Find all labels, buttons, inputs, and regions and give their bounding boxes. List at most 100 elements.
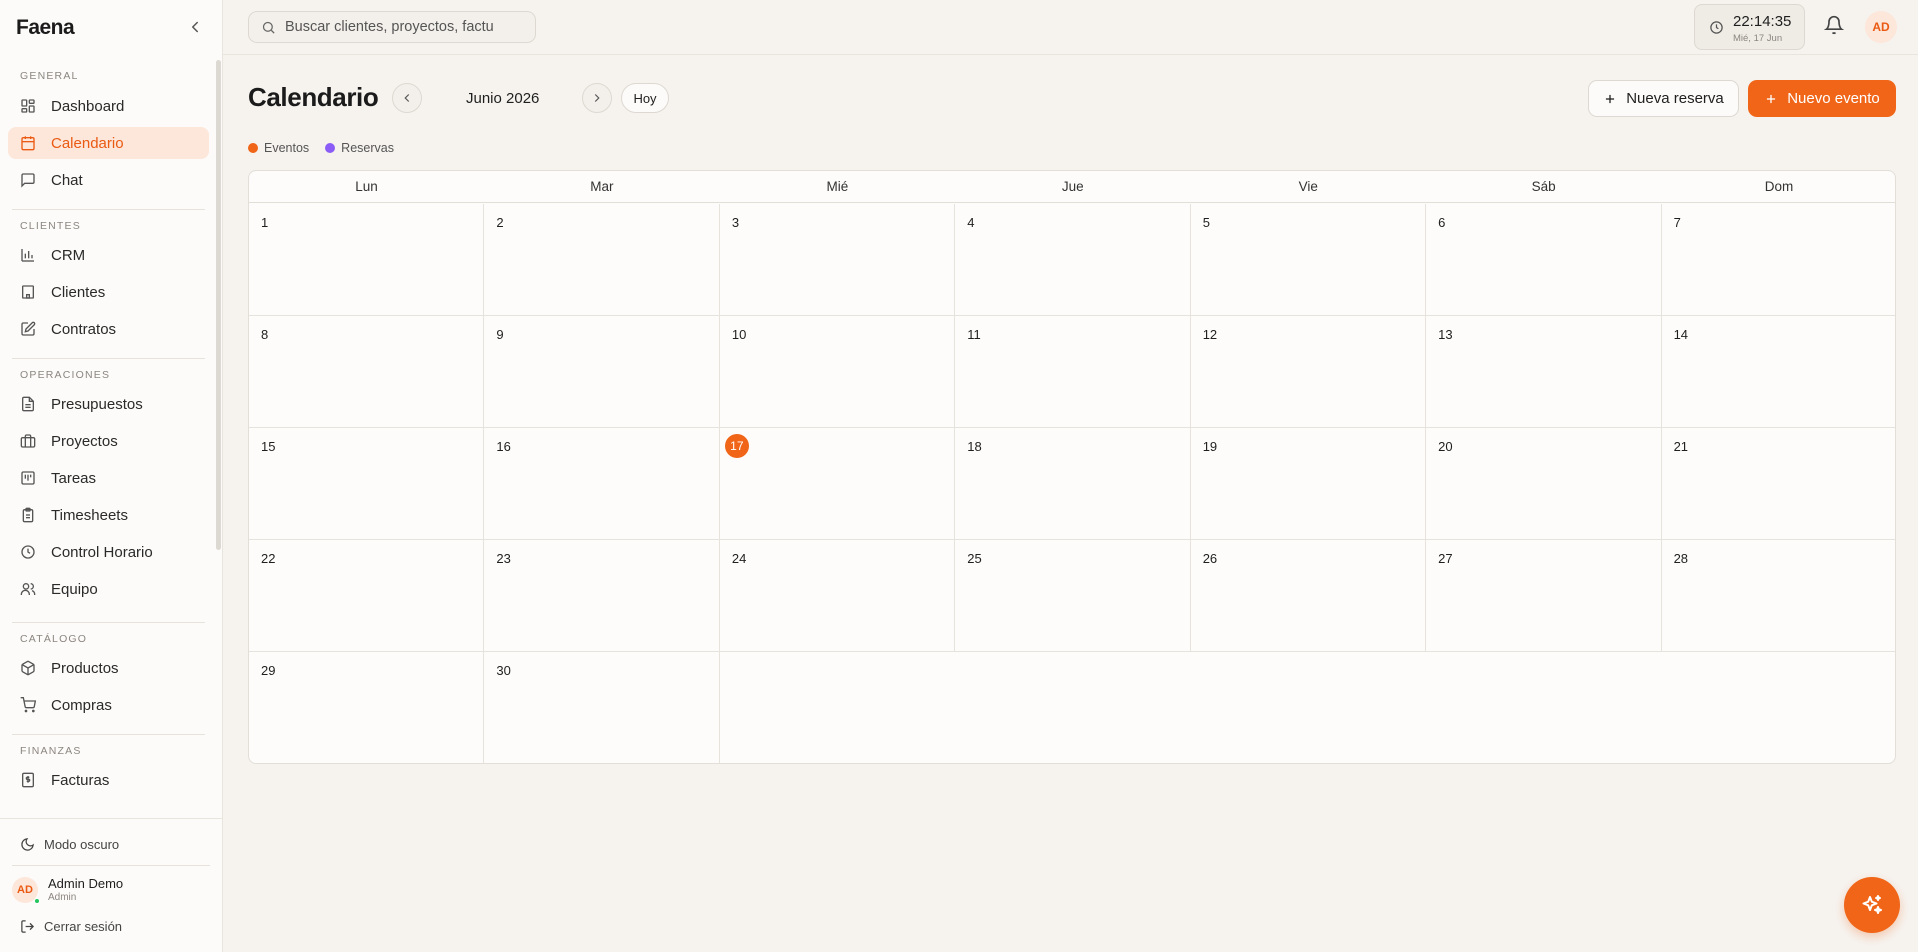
day-number: 1	[261, 215, 269, 230]
package-icon	[20, 660, 36, 676]
new-event-button[interactable]: Nuevo evento	[1748, 80, 1896, 117]
calendar-day-cell[interactable]: 5	[1190, 204, 1427, 316]
divider	[12, 209, 205, 210]
calendar-day-cell[interactable]: 21	[1661, 428, 1895, 540]
calendar-day-cell[interactable]: 25	[955, 540, 1191, 652]
calendar-day-cell[interactable]: 14	[1661, 316, 1895, 428]
calendar-day-cell[interactable]: 12	[1190, 316, 1427, 428]
sidebar-item-chat[interactable]: Chat	[8, 164, 209, 196]
day-number: 29	[261, 663, 276, 678]
sidebar-item-calendario[interactable]: Calendario	[8, 127, 209, 159]
sidebar-item-equipo[interactable]: Equipo	[8, 573, 209, 605]
calendar-day-cell[interactable]: 16	[484, 428, 720, 540]
new-booking-button[interactable]: Nueva reserva	[1588, 80, 1739, 117]
day-number: 6	[1438, 215, 1446, 230]
day-number: 4	[967, 215, 975, 230]
prev-month-button[interactable]	[392, 83, 422, 113]
section-label-catalogo: Catálogo	[20, 633, 88, 645]
sidebar-item-clientes[interactable]: Clientes	[8, 276, 209, 308]
contract-icon	[20, 321, 36, 337]
sidebar-item-label: Contratos	[51, 320, 117, 338]
sparkles-icon	[1862, 895, 1882, 914]
sidebar-item-crm[interactable]: CRM	[8, 239, 209, 271]
building-icon	[20, 284, 36, 300]
day-number: 23	[496, 551, 511, 566]
calendar-day-cell[interactable]: 26	[1190, 540, 1427, 652]
plus-icon	[1606, 94, 1615, 103]
dark-mode-toggle[interactable]: Modo oscuro	[20, 837, 119, 852]
calendar-day-cell[interactable]: 27	[1426, 540, 1662, 652]
calendar-day-cell[interactable]: 22	[249, 540, 485, 652]
calendar-day-cell[interactable]: 3	[719, 204, 956, 316]
calendar-day-cell[interactable]: 29	[249, 652, 485, 763]
calendar-day-cell[interactable]: 30	[484, 652, 720, 763]
sidebar-item-presupuestos[interactable]: Presupuestos	[8, 388, 209, 420]
sidebar-item-dashboard[interactable]: Dashboard	[8, 90, 209, 122]
topbar: 22:14:35 Mié, 17 Jun AD	[223, 0, 1918, 55]
sidebar-item-label: Tareas	[51, 469, 97, 487]
calendar-day-cell[interactable]: 20	[1426, 428, 1662, 540]
chevron-right-icon	[594, 94, 600, 102]
calendar-day-cell[interactable]: 17	[719, 428, 956, 540]
day-number: 12	[1202, 327, 1218, 342]
section-label-general: General	[20, 70, 79, 82]
calendar-day-cell[interactable]: 4	[955, 204, 1191, 316]
calendar-day-cell[interactable]: 11	[955, 316, 1191, 428]
search-box[interactable]	[248, 11, 536, 43]
calendar-day-cell[interactable]: 19	[1190, 428, 1427, 540]
notifications-button[interactable]	[1823, 15, 1845, 40]
next-month-button[interactable]	[582, 83, 612, 113]
sidebar-item-proyectos[interactable]: Proyectos	[8, 425, 209, 457]
calendar-day-cell[interactable]: 15	[249, 428, 485, 540]
new-event-label: Nuevo evento	[1787, 90, 1880, 107]
calendar-day-cell[interactable]: 8	[249, 316, 485, 428]
brand-logo[interactable]: Faena	[16, 16, 75, 40]
calendar-day-cell[interactable]: 1	[249, 204, 485, 316]
kanban-icon	[20, 470, 36, 486]
today-button[interactable]: Hoy	[621, 83, 669, 113]
calendar-day-cell[interactable]: 6	[1426, 204, 1662, 316]
clock-widget[interactable]: 22:14:35 Mié, 17 Jun	[1694, 4, 1805, 50]
calendar-day-cell[interactable]: 23	[484, 540, 720, 652]
logout-label: Cerrar sesión	[44, 919, 123, 934]
sidebar-item-label: Compras	[51, 696, 112, 714]
user-role: Admin	[48, 892, 77, 903]
logout-icon	[21, 920, 35, 933]
sidebar-item-label: Productos	[51, 659, 119, 677]
avatar[interactable]: AD	[1865, 11, 1897, 43]
calendar-day-cell[interactable]: 13	[1426, 316, 1662, 428]
sidebar-item-tareas[interactable]: Tareas	[8, 462, 209, 494]
sidebar-item-label: Presupuestos	[51, 395, 143, 413]
day-number: 13	[1438, 327, 1453, 342]
day-number: 27	[1438, 551, 1453, 566]
ai-assistant-button[interactable]	[1844, 877, 1900, 933]
calendar-day-cell[interactable]: 7	[1661, 204, 1895, 316]
sidebar-item-compras[interactable]: Compras	[8, 689, 209, 721]
users-icon	[20, 581, 36, 597]
logout-button[interactable]: Cerrar sesión	[20, 919, 122, 934]
sidebar-item-contratos[interactable]: Contratos	[8, 313, 209, 345]
sidebar-scrollbar[interactable]	[216, 60, 221, 550]
calendar-day-cell[interactable]: 24	[719, 540, 956, 652]
divider	[12, 622, 205, 623]
weekday-label: Mar	[590, 179, 614, 194]
sidebar-item-productos[interactable]: Productos	[8, 652, 209, 684]
dashboard-icon	[20, 98, 36, 114]
day-number: 10	[731, 327, 747, 342]
calendar-day-cell[interactable]: 2	[484, 204, 720, 316]
day-number: 20	[1438, 439, 1453, 454]
collapse-sidebar-button[interactable]	[186, 18, 204, 36]
sidebar-item-label: Calendario	[51, 134, 124, 152]
section-label-clientes: Clientes	[20, 220, 81, 232]
sidebar-nav[interactable]: General Dashboard Calendario Chat Client…	[0, 58, 216, 814]
sidebar-item-timesheets[interactable]: Timesheets	[8, 499, 209, 531]
calendar-day-cell[interactable]: 9	[484, 316, 720, 428]
calendar-day-cell[interactable]: 10	[719, 316, 956, 428]
day-number: 14	[1673, 327, 1689, 342]
sidebar-item-control-horario[interactable]: Control Horario	[8, 536, 209, 568]
sidebar-item-facturas[interactable]: Facturas	[8, 764, 209, 796]
calendar-day-cell[interactable]: 18	[955, 428, 1191, 540]
calendar-day-cell[interactable]: 28	[1661, 540, 1895, 652]
search-input[interactable]	[285, 19, 515, 35]
weekday-label: Vie	[1298, 179, 1318, 194]
